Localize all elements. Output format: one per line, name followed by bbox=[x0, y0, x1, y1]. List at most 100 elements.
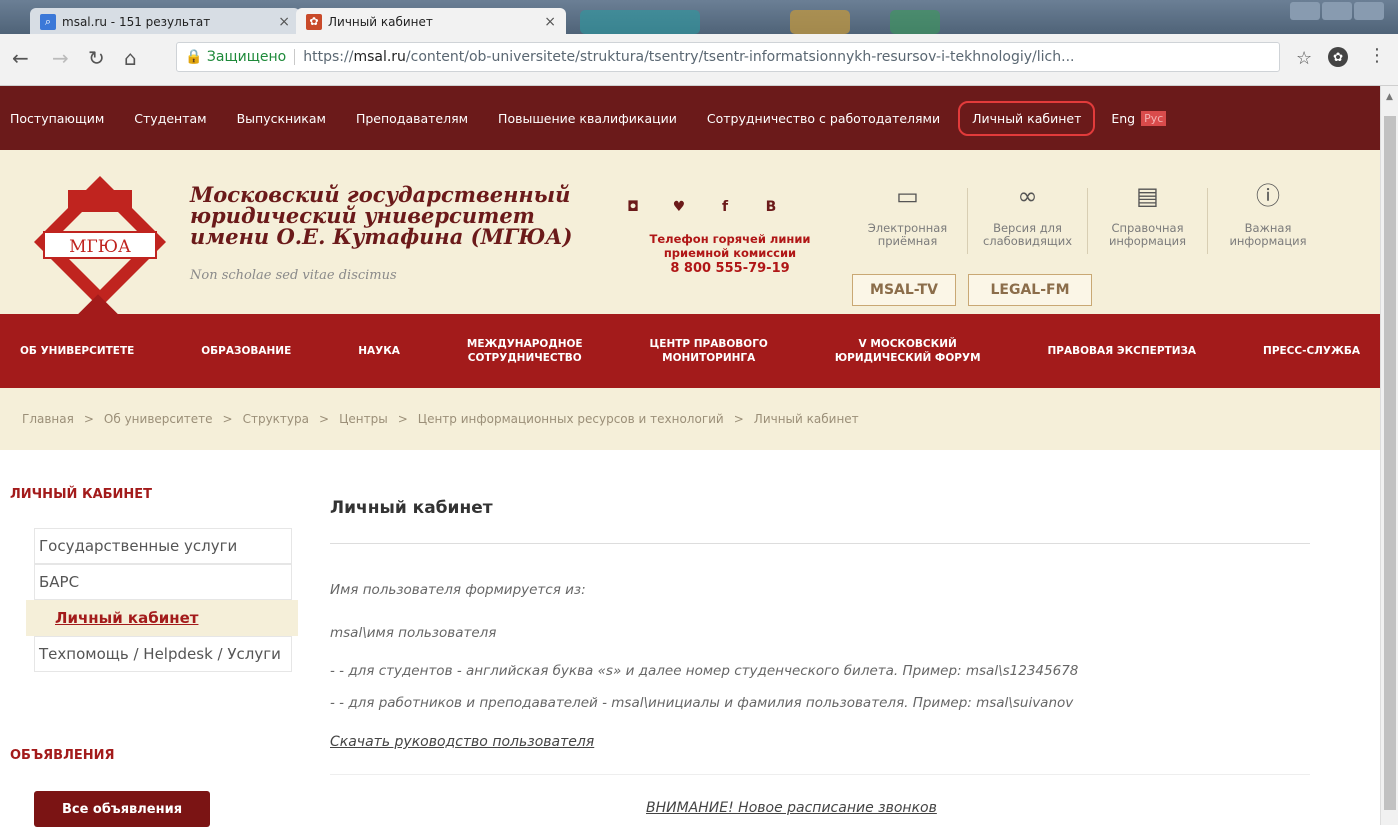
logo-text: МГЮА bbox=[69, 237, 131, 257]
low-vision-link[interactable]: ∞ Версия для слабовидящих bbox=[968, 182, 1088, 254]
breadcrumb-separator: > bbox=[319, 412, 330, 426]
home-icon[interactable]: ⌂ bbox=[124, 46, 137, 70]
main-navigation: ОБ УНИВЕРСИТЕТЕ ОБРАЗОВАНИЕ НАУКА МЕЖДУН… bbox=[0, 314, 1380, 388]
browser-tab-cabinet[interactable]: ✿ Личный кабинет × bbox=[296, 8, 566, 35]
topnav-employers[interactable]: Сотрудничество с работодателями bbox=[707, 111, 940, 126]
close-window-icon[interactable] bbox=[1354, 2, 1384, 20]
topnav-teachers[interactable]: Преподавателям bbox=[356, 111, 468, 126]
info-links: ▭ Электронная приёмная ∞ Версия для слаб… bbox=[848, 182, 1328, 254]
topnav-graduates[interactable]: Выпускникам bbox=[237, 111, 326, 126]
info-label: приёмная bbox=[877, 234, 938, 248]
mainnav-label: ПРЕСС-СЛУЖБА bbox=[1263, 345, 1360, 357]
breadcrumb-about[interactable]: Об университете bbox=[104, 412, 213, 426]
university-logo[interactable]: МГЮА bbox=[30, 172, 170, 312]
page-scrollbar[interactable]: ▲ bbox=[1380, 86, 1398, 825]
mainnav-expertise[interactable]: ПРАВОВАЯ ЭКСПЕРТИЗА bbox=[1047, 344, 1196, 358]
breadcrumb: Главная > Об университете > Структура > Цен… bbox=[0, 388, 1380, 450]
scroll-up-icon[interactable]: ▲ bbox=[1386, 92, 1393, 102]
forward-icon[interactable]: → bbox=[52, 46, 69, 70]
info-icon: ⓘ bbox=[1256, 182, 1280, 210]
close-icon[interactable]: × bbox=[544, 14, 556, 30]
info-label: информация bbox=[1108, 234, 1187, 248]
site-header: МГЮА Московский государственный юридичес… bbox=[0, 150, 1380, 314]
sidebar-item-helpdesk[interactable]: Техпомощь / Helpdesk / Услуги bbox=[34, 636, 292, 672]
reload-icon[interactable]: ↻ bbox=[88, 46, 105, 70]
topnav-personal-cabinet[interactable]: Личный кабинет bbox=[958, 100, 1096, 136]
mainnav-education[interactable]: ОБРАЗОВАНИЕ bbox=[201, 344, 291, 358]
breadcrumb-centers[interactable]: Центры bbox=[339, 412, 388, 426]
sidebar-menu: Государственные услуги БАРС Личный кабин… bbox=[26, 528, 298, 672]
url-path: /content/ob-universitete/struktura/tsent… bbox=[405, 49, 1075, 65]
tab-title: Личный кабинет bbox=[328, 14, 433, 29]
instagram-icon[interactable]: ◘ bbox=[624, 198, 642, 216]
breadcrumb-home[interactable]: Главная bbox=[22, 412, 74, 426]
mainnav-about[interactable]: ОБ УНИВЕРСИТЕТЕ bbox=[20, 344, 134, 358]
minimize-icon[interactable] bbox=[1290, 2, 1320, 20]
close-icon[interactable]: × bbox=[278, 14, 290, 30]
topnav-qualification[interactable]: Повышение квалификации bbox=[498, 111, 677, 126]
mainnav-label: ЮРИДИЧЕСКИЙ ФОРУМ bbox=[834, 352, 981, 364]
blurred-tab[interactable] bbox=[580, 10, 700, 34]
content-line: Имя пользователя формируется из: bbox=[330, 582, 586, 598]
download-guide-link[interactable]: Скачать руководство пользователя bbox=[330, 734, 594, 750]
back-icon[interactable]: ← bbox=[12, 46, 29, 70]
blurred-tab[interactable] bbox=[890, 10, 940, 34]
breadcrumb-structure[interactable]: Структура bbox=[243, 412, 309, 426]
content-line: - - для работников и преподавателей - ms… bbox=[330, 695, 1074, 711]
mainnav-press[interactable]: ПРЕСС-СЛУЖБА bbox=[1263, 344, 1360, 358]
twitter-icon[interactable]: ♥ bbox=[670, 198, 688, 216]
page-title: Личный кабинет bbox=[330, 498, 493, 518]
maximize-icon[interactable] bbox=[1322, 2, 1352, 20]
mainnav-label: ЦЕНТР ПРАВОВОГО bbox=[649, 338, 768, 350]
menu-dots-icon[interactable]: ⋮ bbox=[1368, 45, 1386, 66]
announcements-title: ОБЪЯВЛЕНИЯ bbox=[10, 748, 115, 763]
important-info-link[interactable]: ⓘ Важная информация bbox=[1208, 182, 1328, 254]
mainnav-science[interactable]: НАУКА bbox=[358, 344, 400, 358]
hotline-number[interactable]: 8 800 555-79-19 bbox=[630, 262, 830, 276]
university-name-line: Московский государственный bbox=[190, 182, 571, 207]
mainnav-international[interactable]: МЕЖДУНАРОДНОЕ СОТРУДНИЧЕСТВО bbox=[467, 337, 583, 365]
url-input[interactable]: 🔒 Защищено https://msal.ru/content/ob-un… bbox=[176, 42, 1280, 72]
breadcrumb-it-center[interactable]: Центр информационных ресурсов и технолог… bbox=[418, 412, 724, 426]
msal-tv-button[interactable]: MSAL-TV bbox=[852, 274, 956, 306]
mainnav-forum[interactable]: V МОСКОВСКИЙ ЮРИДИЧЕСКИЙ ФОРУМ bbox=[835, 337, 981, 365]
lang-rus[interactable]: Рус bbox=[1141, 110, 1167, 126]
social-links: ◘ ♥ f B bbox=[624, 198, 780, 216]
divider bbox=[330, 543, 1310, 544]
legal-fm-button[interactable]: LEGAL-FM bbox=[968, 274, 1092, 306]
mainnav-label: МЕЖДУНАРОДНОЕ bbox=[466, 338, 583, 350]
mainnav-monitoring[interactable]: ЦЕНТР ПРАВОВОГО МОНИТОРИНГА bbox=[650, 337, 768, 365]
bell-schedule-link[interactable]: ВНИМАНИЕ! Новое расписание звонков bbox=[646, 800, 937, 816]
topnav-students[interactable]: Студентам bbox=[134, 111, 206, 126]
scroll-thumb[interactable] bbox=[1384, 116, 1396, 810]
all-announcements-button[interactable]: Все объявления bbox=[34, 791, 210, 827]
facebook-icon[interactable]: f bbox=[716, 198, 734, 216]
content-line: - - для студентов - английская буква «s»… bbox=[330, 663, 1079, 679]
hotline-label: приемной комиссии bbox=[663, 246, 797, 260]
hotline: Телефон горячей линии приемной комиссии … bbox=[630, 232, 830, 276]
vk-icon[interactable]: B bbox=[762, 198, 780, 216]
mainnav-label: СОТРУДНИЧЕСТВО bbox=[467, 352, 582, 364]
url-domain: msal.ru bbox=[353, 49, 406, 65]
sidebar-item-bars[interactable]: БАРС bbox=[34, 564, 292, 600]
sidebar-item-gov-services[interactable]: Государственные услуги bbox=[34, 528, 292, 564]
tab-title: msal.ru - 151 результат bbox=[62, 14, 211, 29]
university-name: Московский государственный юридический у… bbox=[190, 184, 572, 247]
browser-tab-search[interactable]: ⌕ msal.ru - 151 результат × bbox=[30, 8, 300, 35]
glasses-icon: ∞ bbox=[1017, 182, 1038, 210]
reference-info-link[interactable]: ▤ Справочная информация bbox=[1088, 182, 1208, 254]
sidebar-item-personal-cabinet[interactable]: Личный кабинет bbox=[26, 600, 298, 636]
e-reception-link[interactable]: ▭ Электронная приёмная bbox=[848, 184, 968, 254]
blurred-tab[interactable] bbox=[790, 10, 850, 34]
book-icon: ▤ bbox=[1136, 182, 1159, 210]
divider bbox=[330, 774, 1310, 775]
mainnav-label: ОБ УНИВЕРСИТЕТЕ bbox=[20, 345, 135, 357]
bookmark-star-icon[interactable]: ☆ bbox=[1296, 48, 1312, 69]
breadcrumb-current: Личный кабинет bbox=[753, 412, 859, 426]
extension-icon[interactable]: ✿ bbox=[1328, 47, 1348, 67]
lang-eng[interactable]: Eng bbox=[1111, 111, 1135, 126]
secure-label[interactable]: 🔒 Защищено bbox=[185, 49, 296, 65]
topnav-applicants[interactable]: Поступающим bbox=[10, 111, 104, 126]
university-name-line: имени О.Е. Кутафина (МГЮА) bbox=[190, 224, 573, 249]
breadcrumb-separator: > bbox=[222, 412, 233, 426]
